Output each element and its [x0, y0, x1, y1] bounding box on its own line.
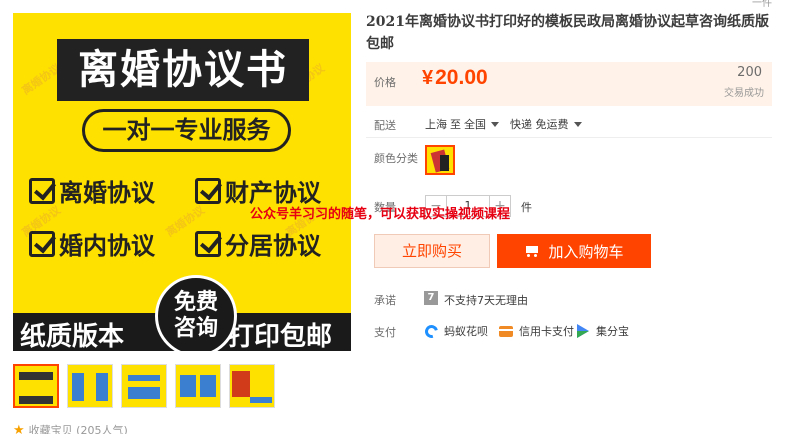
sales-label: 交易成功	[724, 88, 764, 99]
shipping-method[interactable]: 快递 免运费	[510, 116, 582, 132]
divider	[366, 137, 772, 138]
shipping-label: 配送	[374, 119, 396, 132]
star-icon: ★	[13, 422, 25, 434]
poster-feature: 离婚协议	[29, 173, 155, 208]
favorite-label: 收藏宝贝 (205人气)	[28, 424, 128, 434]
huabei-icon	[422, 322, 441, 340]
shipping-dest: 全国	[464, 118, 486, 131]
top-mark: 一件	[752, 0, 772, 9]
payment-label: 支付	[374, 326, 396, 339]
color-label: 颜色分类	[374, 152, 418, 165]
buy-now-button[interactable]: 立即购买	[374, 234, 490, 268]
thumbnail-5[interactable]	[229, 364, 275, 408]
payment-jifenbao[interactable]: 集分宝	[577, 323, 629, 339]
favorite-link[interactable]: ★ 收藏宝贝 (205人气)	[13, 422, 128, 434]
poster-service: 一对一专业服务	[82, 109, 291, 152]
cart-icon	[524, 244, 540, 258]
credit-card-icon	[499, 325, 513, 337]
payment-huabei[interactable]: 蚂蚁花呗	[422, 322, 488, 340]
sales-count: 200	[737, 65, 762, 80]
jifenbao-icon	[577, 324, 590, 338]
poster-free-consult-badge: 免费 咨询	[155, 275, 237, 351]
thumbnail-3[interactable]	[121, 364, 167, 408]
thumbnail-2[interactable]	[67, 364, 113, 408]
checkbox-icon	[29, 177, 55, 204]
chevron-down-icon	[573, 121, 582, 127]
thumbnail-strip	[13, 364, 275, 408]
thumbnail-4[interactable]	[175, 364, 221, 408]
thumbnail-1[interactable]	[13, 364, 59, 408]
checkbox-icon	[195, 230, 221, 257]
watermark-overlay-text: 公众号羊习习的随笔，可以获取实操视频课程	[250, 207, 511, 222]
add-to-cart-button[interactable]: 加入购物车	[497, 234, 651, 268]
shipping-from: 上海	[425, 118, 447, 131]
checkbox-icon	[195, 177, 221, 204]
poster-bottom-left: 纸质版本	[20, 322, 125, 351]
poster-bottom-right: 打印包邮	[228, 322, 333, 351]
promise-label: 承诺	[374, 294, 396, 307]
product-title: 2021年离婚协议书打印好的模板民政局离婚协议起草咨询纸质版包邮	[366, 14, 769, 52]
price-label: 价格	[374, 76, 396, 89]
seven-day-icon: 7	[424, 291, 438, 305]
payment-credit-card[interactable]: 信用卡支付	[499, 323, 574, 339]
main-product-image[interactable]: 离婚协议 离婚协议 离婚协议 离婚协议 离婚协议 离婚协议 离婚协议书 一对一专…	[13, 13, 351, 351]
color-option[interactable]	[425, 145, 455, 175]
poster-feature: 婚内协议	[29, 226, 155, 261]
chevron-down-icon	[491, 121, 499, 127]
poster-feature: 分居协议	[195, 226, 321, 261]
price-value: ¥20.00	[422, 66, 488, 89]
promise-text[interactable]: 不支持7天无理由	[444, 292, 528, 308]
shipping-destination[interactable]: 上海 至 全国	[425, 116, 499, 132]
quantity-unit: 件	[521, 201, 532, 214]
poster-headline: 离婚协议书	[57, 39, 309, 101]
checkbox-icon	[29, 230, 55, 257]
